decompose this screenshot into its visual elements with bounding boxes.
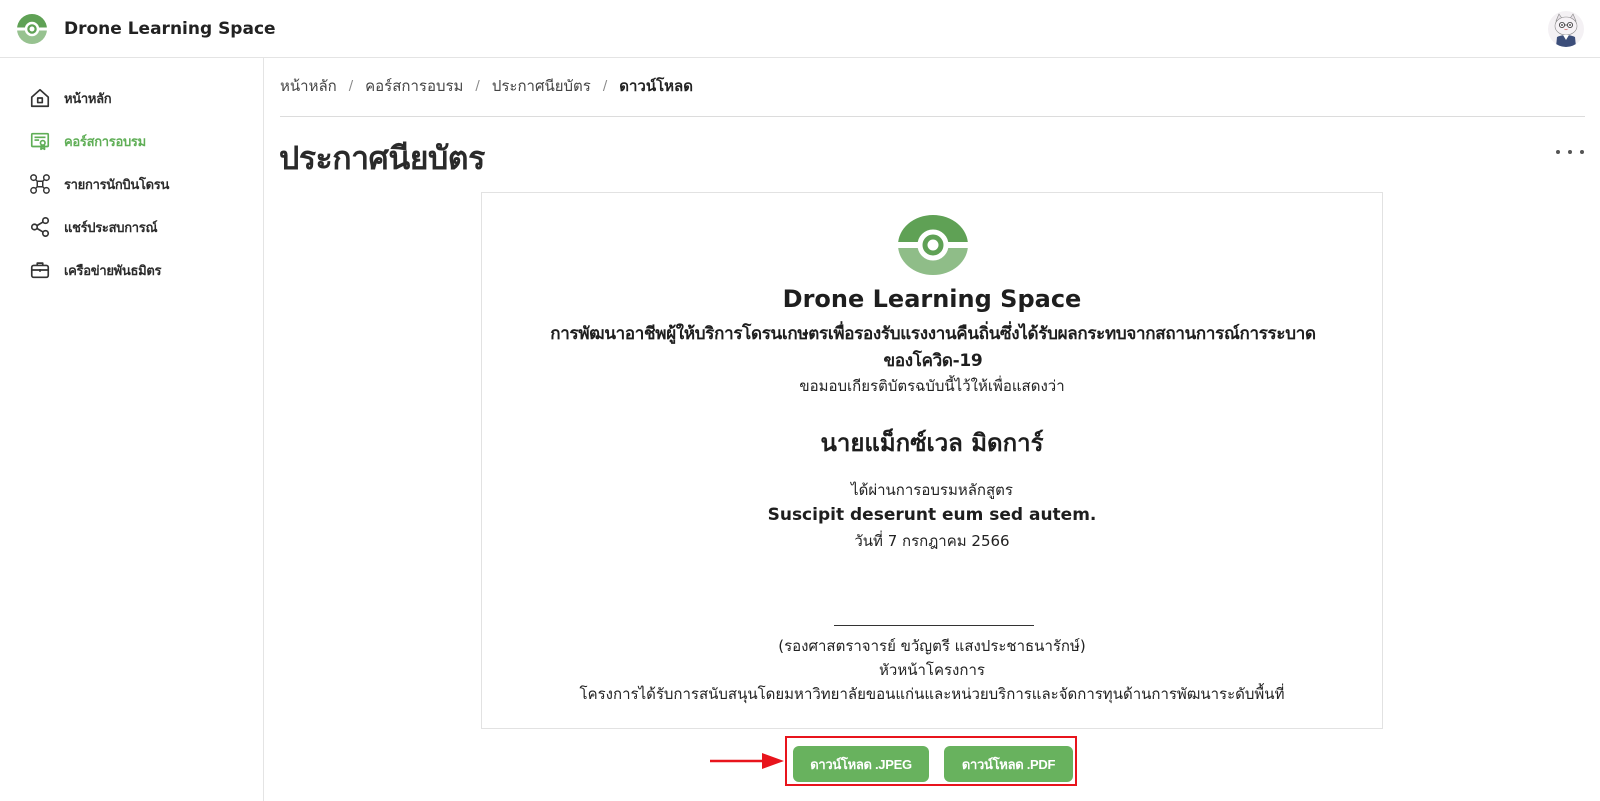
certificate-project-title: การพัฒนาอาชีพผู้ให้บริการโดรนเกษตรเพื่อร… xyxy=(502,321,1364,375)
sidebar-item-courses[interactable]: คอร์สการอบรม xyxy=(28,128,146,154)
share-icon xyxy=(28,215,52,239)
sidebar-item-partners[interactable]: เครือข่ายพันธมิตร xyxy=(28,257,162,283)
breadcrumb-certificate[interactable]: ประกาศนียบัตร xyxy=(492,74,591,98)
project-title-line: การพัฒนาอาชีพผู้ให้บริการโดรนเกษตรเพื่อร… xyxy=(550,324,1316,344)
drone-logo-icon xyxy=(17,14,47,44)
breadcrumb: หน้าหลัก / คอร์สการอบรม / ประกาศนียบัตร … xyxy=(280,74,693,98)
certificate-brand: Drone Learning Space xyxy=(782,285,1082,313)
breadcrumb-courses[interactable]: คอร์สการอบรม xyxy=(365,74,463,98)
more-dot-icon xyxy=(1568,150,1572,154)
certificate-date: วันที่ 7 กรกฎาคม 2566 xyxy=(854,532,1010,550)
divider xyxy=(280,116,1585,117)
sidebar-item-label: แชร์ประสบการณ์ xyxy=(64,220,158,236)
page-title: ประกาศนียบัตร xyxy=(279,139,485,177)
sidebar-item-label: คอร์สการอบรม xyxy=(64,134,146,150)
more-dot-icon xyxy=(1580,150,1584,154)
cat-avatar-icon xyxy=(1554,13,1578,47)
briefcase-icon xyxy=(28,258,52,282)
top-bar: Drone Learning Space xyxy=(0,0,1600,58)
download-buttons-highlight: ดาวน์โหลด .JPEG ดาวน์โหลด .PDF xyxy=(785,736,1077,786)
more-dot-icon xyxy=(1556,150,1560,154)
certificate-preview: Drone Learning Space การพัฒนาอาชีพผู้ให้… xyxy=(481,192,1383,729)
certificate-signer-title: หัวหน้าโครงการ xyxy=(879,661,985,679)
home-icon xyxy=(28,86,52,110)
breadcrumb-separator: / xyxy=(348,78,354,94)
sidebar-item-drone-pilots[interactable]: รายการนักบินโดรน xyxy=(28,171,169,197)
sidebar-item-label: รายการนักบินโดรน xyxy=(64,177,170,193)
certificate-recipient: นายแม็กซ์เวล มิดการ์ xyxy=(820,429,1044,457)
sidebar-item-home[interactable]: หน้าหลัก xyxy=(28,85,112,111)
signature-line xyxy=(834,625,1034,626)
arrow-right-icon xyxy=(710,753,784,769)
more-options-button[interactable] xyxy=(1556,144,1584,160)
download-pdf-button[interactable]: ดาวน์โหลด .PDF xyxy=(944,746,1073,782)
sidebar-item-label: เครือข่ายพันธมิตร xyxy=(64,263,162,279)
user-avatar[interactable] xyxy=(1548,11,1584,47)
download-jpeg-button[interactable]: ดาวน์โหลด .JPEG xyxy=(793,746,929,782)
breadcrumb-home[interactable]: หน้าหลัก xyxy=(280,74,337,98)
project-title-line: ของโควิด-19 xyxy=(883,351,983,371)
drone-logo-icon xyxy=(897,215,969,275)
certificate-signer: (รองศาสตราจารย์ ขวัญตรี แสงประชาธนารักษ์… xyxy=(778,637,1086,655)
sidebar-item-share-experience[interactable]: แชร์ประสบการณ์ xyxy=(28,214,158,240)
certificate-sponsor: โครงการได้รับการสนับสนุนโดยมหาวิทยาลัยขอ… xyxy=(579,685,1285,703)
certificate-course-name: Suscipit deserunt eum sed autem. xyxy=(767,505,1097,525)
breadcrumb-download: ดาวน์โหลด xyxy=(619,77,693,95)
brand[interactable]: Drone Learning Space xyxy=(16,13,276,45)
breadcrumb-separator: / xyxy=(602,78,608,94)
certificate-intro: ขอมอบเกียรติบัตรฉบับนี้ไว้ให้เพื่อแสดงว่… xyxy=(799,377,1065,395)
brand-name: Drone Learning Space xyxy=(64,19,276,39)
certificate-passed-text: ได้ผ่านการอบรมหลักสูตร xyxy=(851,481,1013,499)
drone-icon xyxy=(28,172,52,196)
sidebar: หน้าหลัก คอร์สการอบรม รายการนักบินโดรน แ… xyxy=(0,58,264,801)
breadcrumb-separator: / xyxy=(475,78,480,94)
sidebar-item-label: หน้าหลัก xyxy=(64,91,112,107)
certificate-icon xyxy=(28,129,52,153)
